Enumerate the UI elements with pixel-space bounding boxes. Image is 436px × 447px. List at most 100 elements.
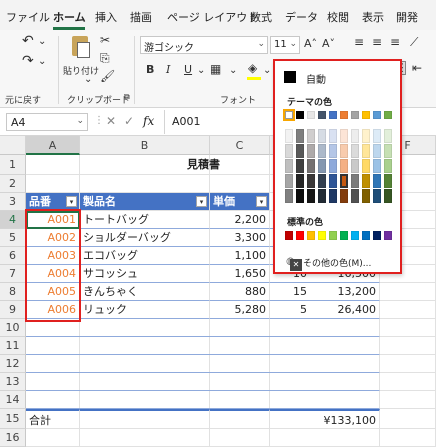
tab-page-layout[interactable]: ページ レイアウト bbox=[167, 9, 258, 25]
theme-shade-swatch[interactable] bbox=[340, 129, 348, 143]
formula-input[interactable]: A001 bbox=[172, 115, 201, 128]
theme-color-swatch[interactable] bbox=[296, 111, 304, 119]
theme-shade-swatch[interactable] bbox=[373, 189, 381, 203]
theme-shade-swatch[interactable] bbox=[307, 144, 315, 158]
sheet-title[interactable]: 見積書 bbox=[80, 155, 270, 175]
cell-price[interactable]: 2,200 bbox=[210, 211, 270, 229]
theme-color-swatch[interactable] bbox=[362, 111, 370, 119]
filter-dropdown-icon[interactable]: ▾ bbox=[256, 196, 267, 207]
paste-dropdown-icon[interactable]: ⌄ bbox=[84, 74, 92, 85]
row-header[interactable]: 13 bbox=[0, 373, 26, 391]
grid-cell[interactable] bbox=[26, 429, 80, 447]
theme-color-swatch[interactable] bbox=[384, 111, 392, 119]
theme-shade-swatch[interactable] bbox=[285, 159, 293, 173]
tab-review[interactable]: 校閲 bbox=[327, 9, 349, 25]
cell-amount[interactable]: 26,400 bbox=[310, 301, 380, 319]
enter-icon[interactable]: ✓ bbox=[124, 114, 134, 128]
tab-data[interactable]: データ bbox=[285, 9, 318, 25]
standard-color-swatch[interactable] bbox=[318, 231, 326, 240]
theme-shade-swatch[interactable] bbox=[373, 174, 381, 188]
italic-button[interactable]: I bbox=[166, 64, 170, 75]
cut-icon[interactable]: ✂ bbox=[100, 34, 110, 46]
theme-shade-swatch[interactable] bbox=[296, 189, 304, 203]
column-header-c[interactable]: C bbox=[210, 136, 270, 155]
theme-shade-swatch[interactable] bbox=[285, 189, 293, 203]
underline-dropdown-icon[interactable]: ⌄ bbox=[197, 65, 205, 76]
clipboard-launcher-icon[interactable]: ⧉ bbox=[124, 92, 130, 102]
standard-color-swatch[interactable] bbox=[329, 231, 337, 240]
theme-shade-swatch[interactable] bbox=[307, 159, 315, 173]
grow-font-icon[interactable]: A˄ bbox=[304, 38, 317, 49]
cell-code[interactable]: A005 bbox=[26, 283, 80, 301]
standard-color-swatch[interactable] bbox=[340, 231, 348, 240]
fill-dropdown-icon[interactable]: ⌄ bbox=[263, 65, 271, 76]
table-row[interactable] bbox=[26, 319, 380, 337]
theme-shade-swatch[interactable] bbox=[296, 129, 304, 143]
theme-shade-swatch[interactable] bbox=[340, 174, 348, 188]
cell-product-name[interactable]: きんちゃく bbox=[80, 283, 210, 301]
theme-shade-swatch[interactable] bbox=[340, 144, 348, 158]
cell-product-name[interactable]: トートバッグ bbox=[80, 211, 210, 229]
function-icon[interactable]: fx bbox=[143, 114, 154, 128]
grid-cell[interactable] bbox=[380, 337, 436, 355]
automatic-swatch[interactable] bbox=[284, 71, 296, 83]
theme-shade-swatch[interactable] bbox=[307, 174, 315, 188]
cell-code[interactable]: A001 bbox=[26, 211, 80, 229]
theme-shade-swatch[interactable] bbox=[329, 144, 337, 158]
table-row[interactable] bbox=[26, 391, 380, 409]
column-header-a[interactable]: A bbox=[26, 136, 80, 155]
row-header[interactable]: 16 bbox=[0, 429, 26, 447]
row-header[interactable]: 11 bbox=[0, 337, 26, 355]
cell-qty[interactable]: 15 bbox=[270, 283, 310, 301]
standard-color-swatch[interactable] bbox=[307, 231, 315, 240]
grid-cell[interactable] bbox=[380, 391, 436, 409]
theme-shade-swatch[interactable] bbox=[351, 189, 359, 203]
theme-shade-swatch[interactable] bbox=[362, 159, 370, 173]
decrease-indent-icon[interactable]: ⇤ bbox=[412, 62, 422, 74]
theme-shade-swatch[interactable] bbox=[318, 159, 326, 173]
cell-product-name[interactable]: ショルダーバッグ bbox=[80, 229, 210, 247]
table-row[interactable] bbox=[26, 337, 380, 355]
cell-code[interactable]: A002 bbox=[26, 229, 80, 247]
grid-cell[interactable] bbox=[26, 155, 80, 175]
theme-shade-swatch[interactable] bbox=[318, 189, 326, 203]
theme-shade-swatch[interactable] bbox=[296, 174, 304, 188]
grid-cell[interactable] bbox=[380, 319, 436, 337]
cell-product-name[interactable]: リュック bbox=[80, 301, 210, 319]
theme-shade-swatch[interactable] bbox=[329, 174, 337, 188]
standard-color-swatch[interactable] bbox=[373, 231, 381, 240]
theme-shade-swatch[interactable] bbox=[362, 174, 370, 188]
row-header[interactable]: 8 bbox=[0, 283, 26, 301]
theme-shade-swatch[interactable] bbox=[373, 144, 381, 158]
align-bottom-icon[interactable]: ≡ bbox=[390, 36, 400, 48]
theme-shade-swatch[interactable] bbox=[296, 159, 304, 173]
name-box[interactable]: A4 ⌄ bbox=[6, 113, 88, 131]
theme-shade-swatch[interactable] bbox=[340, 159, 348, 173]
theme-color-swatch[interactable] bbox=[373, 111, 381, 119]
theme-shade-swatch[interactable] bbox=[362, 129, 370, 143]
standard-color-swatch[interactable] bbox=[384, 231, 392, 240]
theme-shade-swatch[interactable] bbox=[351, 129, 359, 143]
row-header[interactable]: 6 bbox=[0, 247, 26, 265]
filter-dropdown-icon[interactable]: ▾ bbox=[66, 196, 77, 207]
total-value[interactable]: ¥133,100 bbox=[270, 409, 380, 429]
theme-color-swatch[interactable] bbox=[329, 111, 337, 119]
theme-shade-swatch[interactable] bbox=[329, 189, 337, 203]
row-header[interactable]: 2 bbox=[0, 175, 26, 193]
cell-price[interactable]: 5,280 bbox=[210, 301, 270, 319]
underline-button[interactable]: U bbox=[184, 64, 192, 75]
copy-icon[interactable]: ⎘ bbox=[100, 52, 110, 64]
border-dropdown-icon[interactable]: ⌄ bbox=[229, 65, 237, 76]
undo-icon[interactable]: ↶ bbox=[22, 34, 34, 48]
row-header[interactable]: 7 bbox=[0, 265, 26, 283]
bold-button[interactable]: B bbox=[146, 64, 154, 75]
theme-shade-swatch[interactable] bbox=[384, 189, 392, 203]
row-header[interactable]: 1 bbox=[0, 155, 26, 175]
theme-shade-swatch[interactable] bbox=[307, 129, 315, 143]
theme-shade-swatch[interactable] bbox=[384, 129, 392, 143]
theme-shade-swatch[interactable] bbox=[285, 129, 293, 143]
grid-cell[interactable] bbox=[80, 175, 210, 193]
paste-button[interactable] bbox=[68, 34, 94, 62]
theme-shade-swatch[interactable] bbox=[351, 159, 359, 173]
standard-color-swatch[interactable] bbox=[296, 231, 304, 240]
